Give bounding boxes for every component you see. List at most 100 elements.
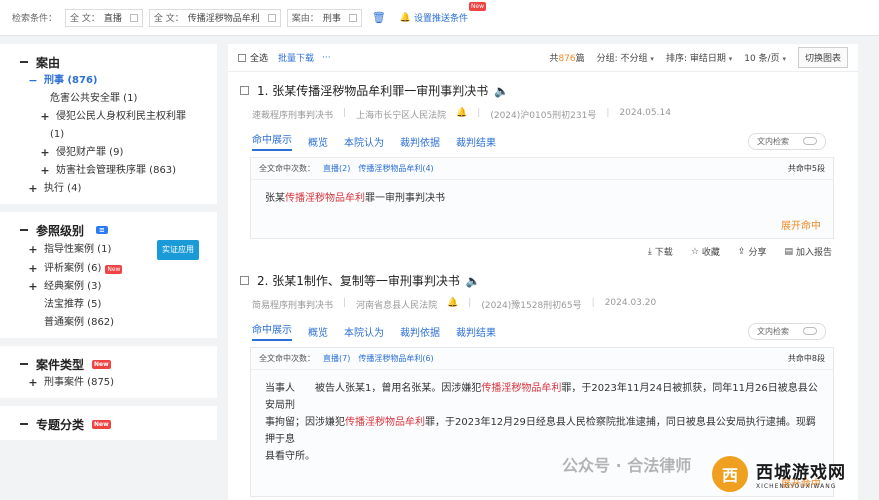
- trash-icon[interactable]: 🗑: [372, 11, 386, 24]
- batch-download-link[interactable]: 批量下载: [278, 51, 314, 64]
- tab-legal-basis[interactable]: 裁判依据: [400, 134, 440, 149]
- filter-chip-fulltext-2[interactable]: 全 文： 传播淫秽物品牟利: [148, 8, 281, 27]
- download-button[interactable]: ⤓ 下载: [648, 245, 673, 259]
- expand-icon[interactable]: +: [40, 144, 50, 162]
- case-title-link[interactable]: 1. 张某传播淫秽物品牟利罪一审刑事判决书: [257, 82, 488, 99]
- panel-title[interactable]: 参照级别 ≡: [0, 220, 217, 240]
- tab-judgment-result[interactable]: 裁判结果: [456, 324, 496, 339]
- bell-icon[interactable]: 🔔: [447, 298, 458, 311]
- expand-icon[interactable]: +: [28, 278, 38, 296]
- expand-hits-link[interactable]: 展开命中: [251, 217, 833, 238]
- watermark-text: 公众号 · 合法律师: [562, 456, 692, 475]
- hit-box: 全文命中次数： 直播(2) 传播淫秽物品牟利(4) 共命中5段 张某传播淫秽物品…: [250, 157, 834, 239]
- new-badge: New: [468, 2, 487, 11]
- share-button[interactable]: ⇪ 分享: [737, 245, 767, 259]
- case-title-row: 1. 张某传播淫秽物品牟利罪一审刑事判决书 🔈: [240, 82, 846, 99]
- tree-item[interactable]: + 指导性案例 (1) 实证应用: [0, 240, 217, 260]
- logo-mark-icon: 西: [710, 454, 750, 494]
- group-select[interactable]: 分组: 不分组 ▾: [597, 51, 654, 64]
- speaker-icon[interactable]: 🔈: [494, 84, 509, 98]
- case-item: 1. 张某传播淫秽物品牟利罪一审刑事判决书 🔈 速裁程序刑事判决书 | 上海市长…: [228, 72, 858, 258]
- new-badge: New: [105, 264, 123, 274]
- bell-icon[interactable]: 🔔: [456, 108, 467, 121]
- expand-icon[interactable]: +: [40, 108, 50, 126]
- results-panel: 全选 批量下载 ··· 共876篇 分组: 不分组 ▾ 排序: 审结日期 ▾ 1…: [228, 44, 858, 500]
- tree-item[interactable]: + 妨害社会管理秩序罪 (863): [0, 162, 217, 180]
- case-meta: 速裁程序刑事判决书 | 上海市长宁区人民法院 🔔 | (2024)沪0105刑初…: [252, 108, 671, 121]
- toolbar-right: 共876篇 分组: 不分组 ▾ 排序: 审结日期 ▾ 10 条/页 ▾ 切换图表: [549, 47, 848, 68]
- new-badge: New: [92, 359, 111, 369]
- page-size-select[interactable]: 10 条/页 ▾: [744, 51, 786, 64]
- case-checkbox[interactable]: [240, 86, 249, 95]
- case-title-link[interactable]: 2. 张某1制作、复制等一审刑事判决书: [257, 272, 460, 289]
- hit-summary: 全文命中次数： 直播(2) 传播淫秽物品牟利(4) 共命中5段: [251, 158, 833, 180]
- filter-chip-cause[interactable]: 案由： 刑事: [286, 8, 362, 27]
- results-toolbar: 全选 批量下载 ··· 共876篇 分组: 不分组 ▾ 排序: 审结日期 ▾ 1…: [228, 44, 858, 72]
- expand-icon[interactable]: +: [28, 241, 38, 259]
- tab-hits[interactable]: 命中展示: [252, 131, 292, 151]
- tab-court-opinion[interactable]: 本院认为: [344, 324, 384, 339]
- select-all-checkbox[interactable]: [238, 53, 246, 62]
- in-text-search[interactable]: 文内检索: [748, 322, 826, 340]
- hit-snippet: 张某传播淫秽物品牟利罪一审刑事判决书: [265, 193, 445, 204]
- chip-close-icon[interactable]: [348, 13, 357, 22]
- favorite-button[interactable]: ☆ 收藏: [691, 245, 720, 259]
- conditions-label: 检索条件：: [12, 14, 58, 24]
- select-all-label[interactable]: 全选: [250, 51, 268, 64]
- chip-close-icon[interactable]: [129, 13, 138, 22]
- case-type-panel: 案件类型 New + 刑事案件 (875): [0, 346, 217, 398]
- tree-item[interactable]: + 经典案例 (3): [0, 278, 217, 296]
- topic-panel: 专题分类 New: [0, 406, 217, 440]
- tree-item[interactable]: + 刑事案件 (875): [0, 374, 217, 392]
- tab-court-opinion[interactable]: 本院认为: [344, 134, 384, 149]
- collapse-icon[interactable]: −: [28, 72, 38, 90]
- tree-item-criminal[interactable]: − 刑事 (876): [0, 72, 217, 90]
- panel-title[interactable]: 案件类型 New: [0, 354, 217, 374]
- panel-title[interactable]: 案由: [0, 52, 217, 72]
- add-to-report-button[interactable]: ▤ 加入报告: [784, 245, 832, 259]
- toggle-switch[interactable]: [803, 137, 817, 145]
- tree-item-execution[interactable]: + 执行 (4): [0, 180, 217, 198]
- expand-icon[interactable]: +: [28, 374, 38, 392]
- case-tabs: 命中展示 概览 本院认为 裁判依据 裁判结果 文内检索: [240, 131, 846, 151]
- case-checkbox[interactable]: [240, 276, 249, 285]
- tree-item[interactable]: 法宝推荐 (5): [0, 296, 217, 314]
- toggle-switch[interactable]: [803, 327, 817, 335]
- tree-item[interactable]: 危害公共安全罪 (1): [0, 90, 217, 108]
- share-icon: ⇪: [737, 246, 746, 257]
- panel-title[interactable]: 专题分类 New: [0, 414, 217, 434]
- report-icon: ▤: [784, 246, 793, 257]
- tree-item[interactable]: + 侵犯财产罪 (9): [0, 144, 217, 162]
- sort-select[interactable]: 排序: 审结日期 ▾: [666, 51, 732, 64]
- set-push-conditions-link[interactable]: 🔔 设置推送条件 New: [400, 2, 487, 24]
- tab-hits[interactable]: 命中展示: [252, 321, 292, 341]
- tree-item[interactable]: + 侵犯公民人身权利民主权利罪: [0, 108, 217, 126]
- tree-item[interactable]: 普通案例 (862): [0, 314, 217, 332]
- search-conditions-bar: 检索条件： 全 文： 直播 全 文： 传播淫秽物品牟利 案由： 刑事 🗑 🔔 设…: [0, 0, 879, 36]
- tab-overview[interactable]: 概览: [308, 134, 328, 149]
- expand-icon[interactable]: +: [28, 260, 38, 278]
- expand-icon[interactable]: +: [40, 162, 50, 180]
- more-icon[interactable]: ···: [322, 53, 331, 63]
- chevron-down-icon: ▾: [728, 55, 733, 63]
- hit-summary: 全文命中次数： 直播(7) 传播淫秽物品牟利(6) 共命中8段: [251, 348, 833, 370]
- empirical-application-badge[interactable]: 实证应用: [157, 240, 199, 260]
- switch-chart-button[interactable]: 切换图表: [797, 47, 848, 68]
- chip-close-icon[interactable]: [267, 13, 276, 22]
- tab-overview[interactable]: 概览: [308, 324, 328, 339]
- tab-legal-basis[interactable]: 裁判依据: [400, 324, 440, 339]
- case-actions: ⤓ 下载 ☆ 收藏 ⇪ 分享 ▤ 加入报告: [240, 239, 846, 259]
- filter-chip-fulltext-1[interactable]: 全 文： 直播: [65, 8, 143, 27]
- collapse-icon: [20, 363, 28, 365]
- tab-judgment-result[interactable]: 裁判结果: [456, 134, 496, 149]
- case-cause-panel: 案由 − 刑事 (876) 危害公共安全罪 (1) + 侵犯公民人身权利民主权利…: [0, 44, 217, 204]
- chevron-down-icon: ▾: [782, 55, 786, 63]
- collapse-icon: [20, 229, 28, 231]
- expand-icon[interactable]: +: [28, 180, 38, 198]
- in-text-search[interactable]: 文内检索: [748, 132, 826, 150]
- case-title-row: 2. 张某1制作、复制等一审刑事判决书 🔈: [240, 272, 846, 289]
- chevron-down-icon: ▾: [650, 55, 654, 63]
- reference-level-panel: 参照级别 ≡ + 指导性案例 (1) 实证应用 + 评析案例 (6) New +…: [0, 212, 217, 338]
- tree-item[interactable]: + 评析案例 (6) New: [0, 260, 217, 278]
- speaker-icon[interactable]: 🔈: [466, 274, 481, 288]
